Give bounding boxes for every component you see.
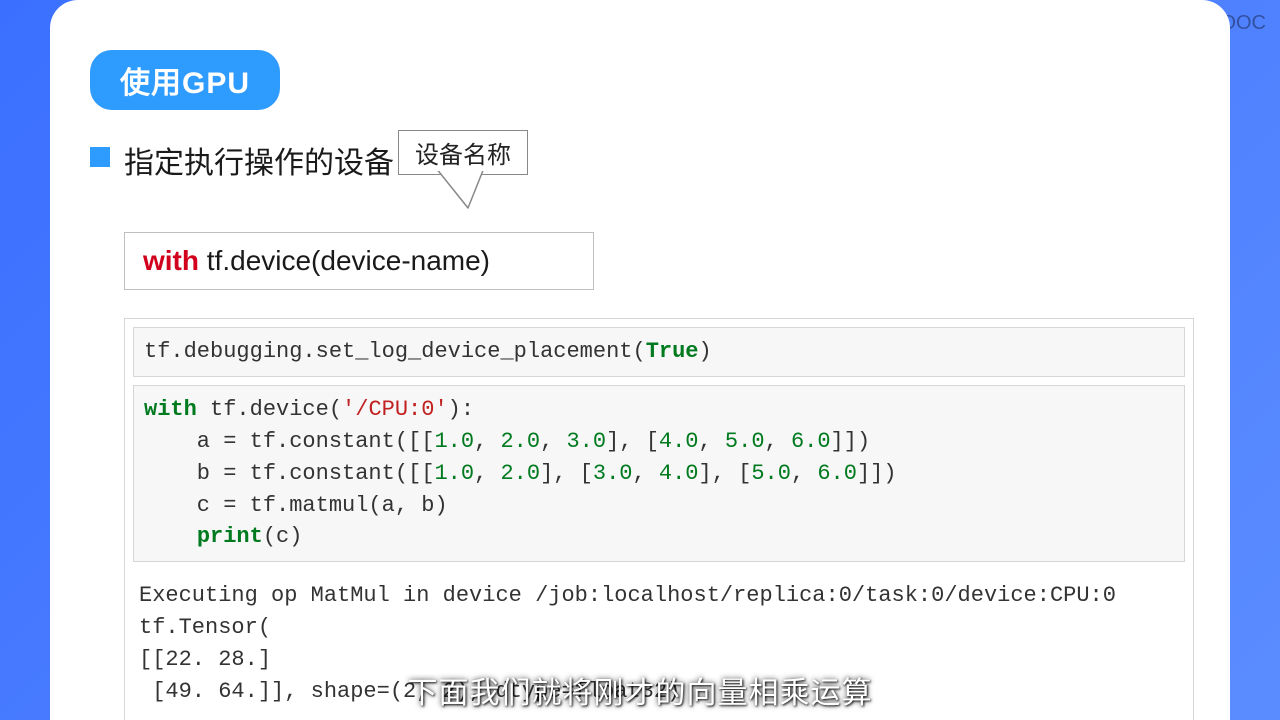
api-with-keyword: with bbox=[143, 245, 199, 276]
c2-l2-mid: ], [ bbox=[606, 429, 659, 454]
c2-l2-n5: 5.0 bbox=[725, 429, 765, 454]
c2-l2-n2: 2.0 bbox=[500, 429, 540, 454]
c1-arg: True bbox=[646, 339, 699, 364]
c2-l2-n3: 3.0 bbox=[566, 429, 606, 454]
c2-l2-n1: 1.0 bbox=[434, 429, 474, 454]
heading-row: 指定执行操作的设备 设备名称 bbox=[90, 138, 1190, 182]
c2-l3-n2: 2.0 bbox=[500, 461, 540, 486]
heading-text: 指定执行操作的设备 bbox=[124, 138, 394, 182]
c2-l5-fn: print bbox=[197, 524, 263, 549]
c2-l3-mid2: ], [ bbox=[699, 461, 752, 486]
c2-l2-end: ]]) bbox=[831, 429, 871, 454]
code-cell-1: tf.debugging.set_log_device_placement(Tr… bbox=[133, 327, 1185, 377]
callout-pointer-icon bbox=[428, 168, 508, 216]
section-badge: 使用GPU bbox=[90, 50, 280, 110]
c2-l2-c1: , bbox=[474, 429, 500, 454]
c2-l2-pre: a = tf.constant([[ bbox=[144, 429, 434, 454]
api-signature: with tf.device(device-name) bbox=[124, 232, 594, 290]
c2-l3-pre: b = tf.constant([[ bbox=[144, 461, 434, 486]
c2-l3-c1: , bbox=[474, 461, 500, 486]
code-cell-2: with tf.device('/CPU:0'): a = tf.constan… bbox=[133, 385, 1185, 562]
c2-l3-c3: , bbox=[791, 461, 817, 486]
c2-l3-n4: 4.0 bbox=[659, 461, 699, 486]
c2-l1-rest: tf.device( bbox=[197, 397, 342, 422]
callout: 设备名称 bbox=[398, 130, 528, 175]
c2-l2-n4: 4.0 bbox=[659, 429, 699, 454]
c2-l3-n6: 6.0 bbox=[817, 461, 857, 486]
c2-l3-n1: 1.0 bbox=[434, 461, 474, 486]
c2-l3-n3: 3.0 bbox=[593, 461, 633, 486]
bullet-square-icon bbox=[90, 147, 110, 167]
c2-l3-c2: , bbox=[633, 461, 659, 486]
callout-label: 设备名称 bbox=[415, 142, 511, 169]
c2-l2-n6: 6.0 bbox=[791, 429, 831, 454]
c2-l1-str: '/CPU:0' bbox=[342, 397, 448, 422]
c2-l1-end: ): bbox=[448, 397, 474, 422]
c2-l3-end: ]]) bbox=[857, 461, 897, 486]
subtitle-text: 下面我们就将刚才的向量相乘运算 bbox=[408, 677, 873, 710]
c2-l1-kw: with bbox=[144, 397, 197, 422]
c1-prefix: tf.debugging.set_log_device_placement( bbox=[144, 339, 646, 364]
c2-l4: c = tf.matmul(a, b) bbox=[144, 493, 448, 518]
badge-label: 使用GPU bbox=[120, 67, 250, 100]
subtitle-bar: 下面我们就将刚才的向量相乘运算 bbox=[0, 658, 1280, 720]
c1-suffix: ) bbox=[699, 339, 712, 364]
c2-l2-c3: , bbox=[699, 429, 725, 454]
c2-l2-c2: , bbox=[540, 429, 566, 454]
api-rest: tf.device(device-name) bbox=[199, 245, 490, 276]
c2-l5-end: (c) bbox=[263, 524, 303, 549]
slide: 使用GPU 指定执行操作的设备 设备名称 with tf.device(devi… bbox=[50, 0, 1230, 720]
c2-l2-c4: , bbox=[765, 429, 791, 454]
c2-l3-n5: 5.0 bbox=[751, 461, 791, 486]
c2-l3-mid1: ], [ bbox=[540, 461, 593, 486]
c2-l5-pre bbox=[144, 524, 197, 549]
